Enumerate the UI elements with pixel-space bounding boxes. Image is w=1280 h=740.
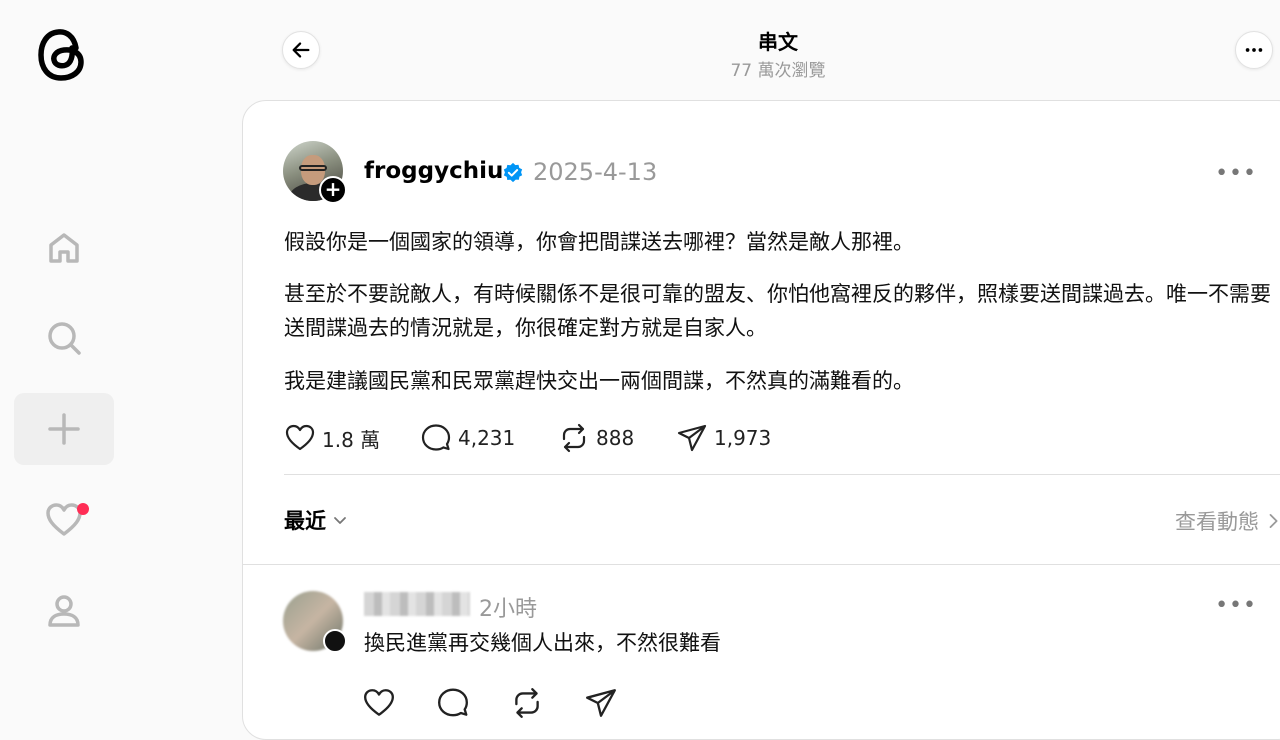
sidebar — [0, 0, 128, 720]
comment-text: 換民進黨再交幾個人出來，不然很難看 — [364, 631, 721, 655]
plus-icon — [48, 413, 80, 445]
repost-count: 888 — [596, 426, 635, 450]
user-icon — [48, 595, 80, 627]
comment-avatar-badge — [323, 629, 347, 653]
nav-profile-button[interactable] — [14, 575, 114, 647]
repost-icon[interactable] — [510, 686, 544, 720]
comment-icon[interactable] — [436, 686, 470, 720]
post-paragraph: 假設你是一個國家的領導，你會把間諜送去哪裡？當然是敵人那裡。 — [284, 230, 914, 254]
reply-button[interactable]: 4,231 — [420, 422, 558, 454]
threads-logo-icon[interactable] — [36, 26, 90, 84]
send-icon — [677, 424, 707, 452]
divider — [284, 474, 1280, 475]
repost-button[interactable]: 888 — [558, 422, 676, 454]
view-activity-label: 查看動態 — [1175, 510, 1259, 534]
post-more-icon[interactable]: ••• — [1215, 161, 1257, 186]
nav-activity-button[interactable] — [14, 484, 114, 556]
chevron-down-icon — [334, 517, 346, 524]
send-icon[interactable] — [584, 686, 618, 720]
like-button[interactable]: 1.8 萬 — [284, 422, 420, 454]
nav-home-button[interactable] — [14, 212, 114, 284]
follow-plus-icon[interactable]: + — [319, 176, 347, 204]
thread-card: + froggychiu 2025-4-13 ••• 假設你是一個國家的領導，你… — [242, 100, 1280, 740]
home-icon — [49, 233, 79, 263]
comment-actions — [362, 686, 618, 720]
comment-more-icon[interactable]: ••• — [1215, 593, 1257, 618]
post-username[interactable]: froggychiu — [364, 158, 503, 184]
heart-icon[interactable] — [362, 686, 396, 720]
more-options-button[interactable] — [1235, 31, 1273, 69]
nav-create-button[interactable] — [14, 393, 114, 465]
page-title: 串文 — [758, 30, 798, 54]
share-count: 1,973 — [714, 426, 772, 450]
view-count: 77 萬次瀏覽 — [730, 61, 826, 81]
comment-time: 2小時 — [479, 597, 537, 622]
reply-count: 4,231 — [458, 426, 516, 450]
notification-dot — [77, 503, 89, 515]
like-count: 1.8 萬 — [322, 427, 381, 452]
post-body: 假設你是一個國家的領導，你會把間諜送去哪裡？當然是敵人那裡。 甚至於不要說敵人，… — [284, 225, 1274, 416]
sort-dropdown[interactable]: 最近 — [284, 505, 348, 535]
post-actions: 1.8 萬 4,231 888 1,973 — [284, 423, 771, 453]
comment-username-redacted[interactable] — [364, 592, 470, 616]
chevron-right-icon — [1269, 514, 1278, 528]
heart-icon — [285, 424, 315, 451]
verified-badge-icon — [503, 162, 523, 183]
post-paragraph: 甚至於不要說敵人，有時候關係不是很可靠的盟友、你怕他窩裡反的夥伴，照樣要送間諜過… — [284, 282, 1271, 340]
comment-icon — [421, 424, 451, 451]
thread-header: 串文 77 萬次瀏覽 — [242, 0, 1280, 100]
more-horizontal-icon — [1245, 48, 1263, 52]
repost-icon — [562, 423, 586, 453]
view-activity-link[interactable]: 查看動態 — [1175, 506, 1280, 536]
divider — [243, 564, 1280, 565]
post-paragraph: 我是建議國民黨和民眾黨趕快交出一兩個間諜，不然真的滿難看的。 — [284, 369, 914, 393]
share-button[interactable]: 1,973 — [676, 422, 771, 454]
post-date[interactable]: 2025-4-13 — [533, 158, 657, 186]
search-icon — [48, 322, 81, 355]
sort-label: 最近 — [284, 509, 326, 533]
nav-search-button[interactable] — [14, 302, 114, 374]
